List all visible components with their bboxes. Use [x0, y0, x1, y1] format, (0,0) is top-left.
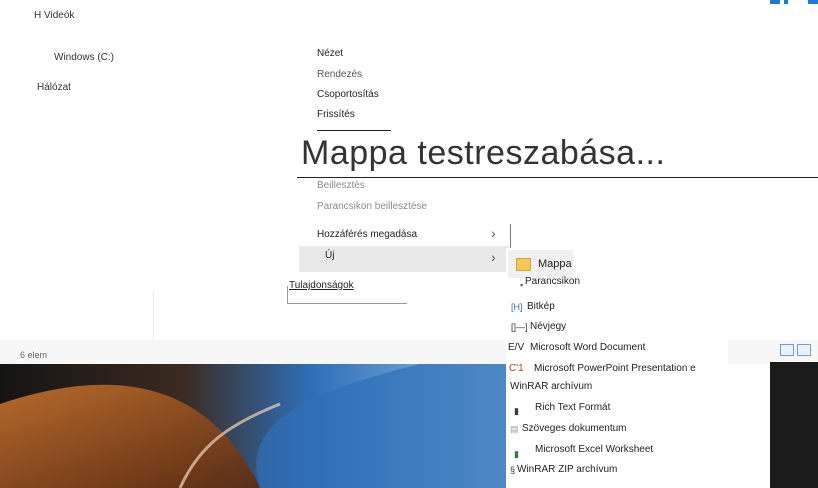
submenu-item-folder[interactable]: Mappa	[538, 258, 572, 270]
word-icon: E/V	[508, 342, 525, 353]
text-file-icon: ▤	[510, 424, 519, 434]
menu-item-refresh[interactable]: Frissítés	[317, 109, 355, 120]
menu-item-view[interactable]: Nézet	[317, 48, 343, 59]
submenu-item-contact[interactable]: Névjegy	[530, 321, 566, 332]
folder-icon	[516, 258, 531, 271]
menu-item-customize-folder[interactable]: Mappa testreszabása...	[301, 134, 665, 173]
menu-item-group[interactable]: Csoportosítás	[317, 89, 379, 100]
menu-item-give-access[interactable]: Hozzáférés megadása	[317, 229, 417, 240]
submenu-item-powerpoint[interactable]: Microsoft PowerPoint Presentation e	[534, 363, 696, 374]
submenu-item-winrar-zip[interactable]: WinRAR ZIP archívum	[517, 464, 617, 475]
blue-accent-marks	[770, 0, 818, 4]
menu-item-properties[interactable]: Tulajdonságok	[289, 280, 354, 291]
submenu-item-shortcut[interactable]: Parancsikon	[525, 276, 580, 287]
tree-item-windows-c[interactable]: Windows (C:)	[54, 52, 114, 63]
rtf-icon: ▮	[514, 406, 519, 416]
tree-item-videos[interactable]: H Videók	[34, 10, 74, 21]
chevron-right-icon: ›	[491, 249, 496, 265]
large-icons-view-icon[interactable]	[797, 344, 811, 356]
submenu-item-winrar[interactable]: WinRAR archívum	[510, 381, 592, 392]
chevron-right-icon: ›	[491, 225, 496, 241]
submenu-item-text[interactable]: Szöveges dokumentum	[522, 423, 627, 434]
menu-separator	[297, 177, 818, 178]
tree-item-network[interactable]: Hálózat	[37, 82, 71, 93]
submenu-item-excel[interactable]: Microsoft Excel Worksheet	[535, 444, 653, 455]
zip-icon: §	[510, 465, 516, 475]
submenu-item-rtf[interactable]: Rich Text Formát	[535, 402, 610, 413]
menu-right-edge	[510, 224, 511, 248]
desktop-wallpaper-right	[770, 362, 818, 488]
menu-separator	[317, 130, 391, 131]
menu-item-paste[interactable]: Beillesztés	[317, 180, 365, 191]
submenu-item-word[interactable]: Microsoft Word Document	[530, 342, 645, 353]
menu-shadow-edge	[287, 286, 288, 304]
status-item-count: 6 elem	[20, 350, 48, 360]
desktop-wallpaper	[0, 364, 520, 488]
menu-item-new[interactable]: Új	[325, 250, 334, 261]
submenu-item-bitmap[interactable]: Bitkép	[527, 301, 555, 312]
details-view-icon[interactable]	[780, 344, 794, 356]
contact-icon: []—]	[511, 322, 528, 332]
shortcut-icon: ▪	[520, 280, 524, 290]
menu-shadow-bottom	[287, 303, 407, 304]
menu-item-sort[interactable]: Rendezés	[317, 69, 362, 80]
menu-item-paste-shortcut[interactable]: Parancsikon beillesztése	[317, 201, 427, 212]
excel-icon: ▮	[514, 449, 519, 459]
bitmap-icon: [H]	[511, 302, 523, 312]
powerpoint-icon: C'1	[509, 363, 524, 374]
pane-divider	[153, 290, 154, 340]
